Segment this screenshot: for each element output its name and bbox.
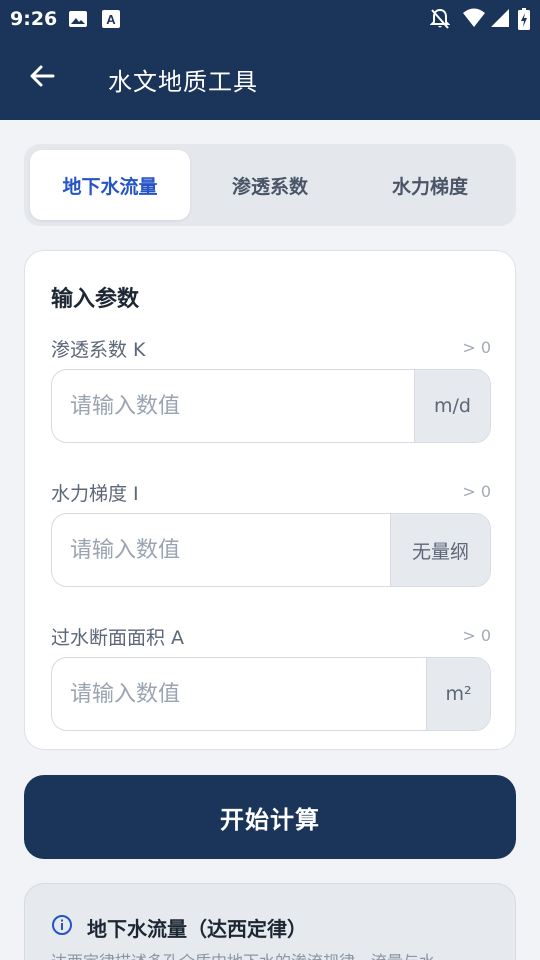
gradient-input[interactable] xyxy=(52,514,390,586)
tab-hydraulic-gradient[interactable]: 水力梯度 xyxy=(350,150,510,220)
input-card: 输入参数 渗透系数 K > 0 m/d 水力梯度 I > 0 无量纲 过水断面面… xyxy=(24,250,516,750)
unit-m-per-d: m/d xyxy=(414,370,490,442)
field-hint-gradient: > 0 xyxy=(462,482,491,501)
app-bar: 水文地质工具 xyxy=(0,38,540,120)
svg-text:A: A xyxy=(106,12,116,27)
info-card: 地下水流量（达西定律） 达西定律描述多孔介质中地下水的渗流规律，流量与水 xyxy=(24,883,516,960)
tab-permeability[interactable]: 渗透系数 xyxy=(190,150,350,220)
unit-dimensionless: 无量纲 xyxy=(390,514,490,586)
wifi-icon xyxy=(462,8,486,32)
tab-groundwater-flow[interactable]: 地下水流量 xyxy=(30,150,190,220)
field-label-area: 过水断面面积 A xyxy=(51,627,185,649)
field-label-gradient: 水力梯度 I xyxy=(51,483,139,505)
unit-square-meter: m² xyxy=(426,658,490,730)
tab-bar: 地下水流量 渗透系数 水力梯度 xyxy=(24,144,516,226)
area-input[interactable] xyxy=(52,658,426,730)
info-title: 地下水流量（达西定律） xyxy=(87,917,307,941)
gradient-field: 无量纲 xyxy=(51,513,491,587)
notifications-off-icon xyxy=(429,8,451,34)
accessibility-a-icon: A xyxy=(102,9,120,33)
field-hint-area: > 0 xyxy=(462,626,491,645)
info-icon xyxy=(51,914,73,940)
card-title: 输入参数 xyxy=(51,287,140,312)
signal-icon xyxy=(490,8,510,32)
status-bar: 9:26 A xyxy=(0,0,540,38)
battery-charging-icon xyxy=(518,8,530,34)
back-button[interactable] xyxy=(22,58,62,98)
app-title: 水文地质工具 xyxy=(108,68,258,96)
permeability-input[interactable] xyxy=(52,370,414,442)
status-time: 9:26 xyxy=(10,8,58,30)
arrow-left-icon xyxy=(29,63,55,93)
area-field: m² xyxy=(51,657,491,731)
info-description: 达西定律描述多孔介质中地下水的渗流规律，流量与水 xyxy=(51,948,491,960)
image-icon xyxy=(68,9,88,33)
field-hint-permeability: > 0 xyxy=(462,338,491,357)
field-label-permeability: 渗透系数 K xyxy=(51,339,146,361)
permeability-field: m/d xyxy=(51,369,491,443)
calculate-button[interactable]: 开始计算 xyxy=(24,775,516,859)
